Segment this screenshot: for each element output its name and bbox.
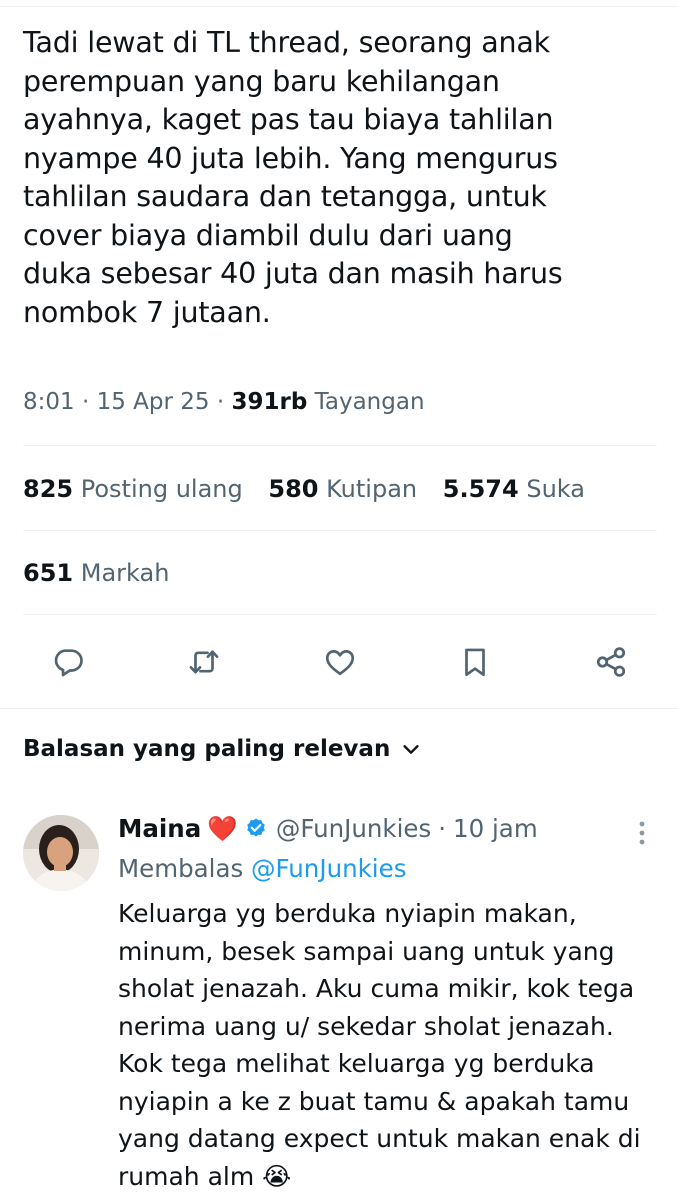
sort-label: Balasan yang paling relevan bbox=[23, 736, 391, 762]
reply-button[interactable] bbox=[46, 640, 90, 684]
action-bar bbox=[0, 640, 678, 684]
top-divider bbox=[0, 6, 678, 7]
chevron-down-icon bbox=[403, 745, 419, 754]
reply-handle[interactable]: @FunJunkies bbox=[276, 814, 431, 843]
reply-age[interactable]: 10 jam bbox=[453, 814, 538, 843]
more-vertical-icon bbox=[639, 821, 645, 845]
share-icon bbox=[596, 647, 626, 677]
bookmarks-count: 651 bbox=[23, 559, 74, 587]
reply-header: Maina ❤️ @FunJunkies · 10 jam bbox=[118, 814, 538, 843]
divider bbox=[23, 445, 657, 446]
tweet-meta: 8:01 · 15 Apr 25 · 391rb Tayangan bbox=[23, 389, 425, 415]
divider bbox=[23, 614, 657, 615]
likes-count: 5.574 bbox=[442, 475, 519, 503]
tweet-time[interactable]: 8:01 bbox=[23, 389, 75, 415]
views-count: 391rb bbox=[231, 389, 308, 415]
reposts-stat[interactable]: 825 Posting ulang bbox=[23, 475, 243, 503]
avatar-photo-icon bbox=[23, 815, 99, 891]
bookmark-icon bbox=[465, 648, 485, 677]
reply-separator: · bbox=[438, 814, 447, 843]
tweet-date[interactable]: 15 Apr 25 bbox=[97, 389, 210, 415]
bookmark-button[interactable] bbox=[453, 640, 497, 684]
like-button[interactable] bbox=[318, 640, 362, 684]
reply-icon bbox=[54, 649, 83, 677]
meta-separator: · bbox=[81, 389, 90, 415]
more-options-button[interactable] bbox=[630, 818, 654, 848]
quotes-label: Kutipan bbox=[326, 475, 418, 503]
divider bbox=[0, 708, 678, 709]
reply-display-name[interactable]: Maina bbox=[118, 814, 201, 843]
replying-prefix: Membalas bbox=[118, 854, 244, 883]
bookmarks-stat[interactable]: 651 Markah bbox=[23, 559, 169, 587]
replying-handle[interactable]: @FunJunkies bbox=[251, 854, 406, 883]
engagement-stats: 825 Posting ulang 580 Kutipan 5.574 Suka bbox=[23, 475, 603, 503]
likes-stat[interactable]: 5.574 Suka bbox=[443, 475, 585, 503]
repost-button[interactable] bbox=[182, 640, 226, 684]
heart-emoji: ❤️ bbox=[207, 814, 238, 843]
bookmark-stats: 651 Markah bbox=[23, 559, 187, 587]
reply-text: Keluarga yg berduka nyiapin makan, minum… bbox=[118, 899, 641, 1191]
likes-label: Suka bbox=[526, 475, 585, 503]
verified-badge-icon bbox=[247, 818, 265, 836]
replies-sort-dropdown[interactable]: Balasan yang paling relevan bbox=[23, 736, 422, 762]
bookmarks-label: Markah bbox=[80, 559, 170, 587]
views-label: Tayangan bbox=[314, 389, 425, 415]
replying-to: Membalas @FunJunkies bbox=[118, 854, 406, 883]
avatar[interactable] bbox=[23, 815, 99, 891]
meta-separator: · bbox=[216, 389, 225, 415]
repost-icon bbox=[189, 650, 219, 674]
tweet-text: Tadi lewat di TL thread, seorang anak pe… bbox=[23, 26, 563, 329]
quotes-stat[interactable]: 580 Kutipan bbox=[268, 475, 417, 503]
reposts-label: Posting ulang bbox=[80, 475, 243, 503]
quotes-count: 580 bbox=[268, 475, 319, 503]
reposts-count: 825 bbox=[23, 475, 74, 503]
divider bbox=[23, 530, 657, 531]
share-button[interactable] bbox=[589, 640, 633, 684]
like-icon bbox=[325, 650, 355, 676]
